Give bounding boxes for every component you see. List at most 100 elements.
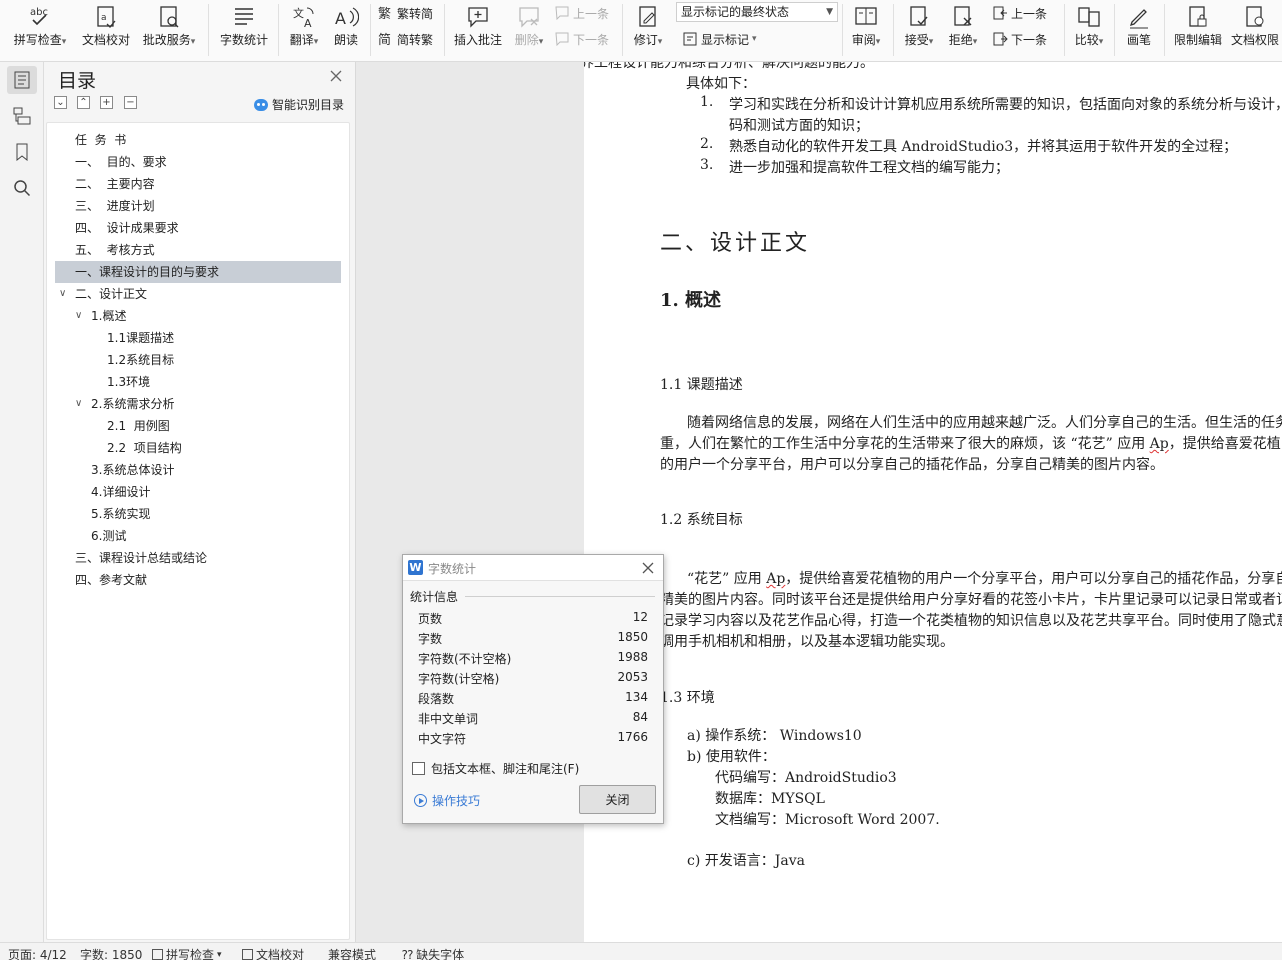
next-change-button[interactable]: 下一条 xyxy=(992,28,1047,50)
doc-proof-button[interactable]: a 文档校对 xyxy=(78,0,134,62)
stat-label: 页数 xyxy=(418,612,443,626)
toc-item[interactable]: 四、 设计成果要求 xyxy=(55,217,341,239)
toc-item[interactable]: 4.详细设计 xyxy=(55,481,341,503)
smart-toc-button[interactable]: 智能识别目录 xyxy=(254,96,344,113)
translate-button[interactable]: 文A 翻译▾ xyxy=(284,0,324,62)
insert-comment-button[interactable]: 插入批注 xyxy=(452,0,504,62)
add-heading-button[interactable]: + xyxy=(100,96,113,109)
collapse-all-button[interactable]: ⌄ xyxy=(54,96,67,109)
track-changes-button[interactable]: 修订▾ xyxy=(628,0,668,62)
reject-label: 拒绝 xyxy=(948,33,973,47)
review-button[interactable]: 审阅▾ xyxy=(846,0,886,62)
markup-state-select[interactable]: 显示标记的最终状态 ▼ xyxy=(676,2,838,22)
dialog-close-button[interactable]: 关闭 xyxy=(579,785,656,814)
toc-item-label: 4.详细设计 xyxy=(91,485,151,499)
status-spell-check[interactable]: 拼写检查 ▾ xyxy=(152,946,222,960)
toc-item[interactable]: 二、 主要内容 xyxy=(55,173,341,195)
remove-heading-button[interactable]: − xyxy=(124,96,137,109)
prev-change-button[interactable]: 上一条 xyxy=(992,2,1047,24)
ribbon-separator xyxy=(278,4,279,56)
simp-to-trad-button[interactable]: 简 简转繁 xyxy=(378,28,433,50)
tips-link[interactable]: 操作技巧 xyxy=(414,792,480,809)
find-button[interactable] xyxy=(7,174,37,202)
toc-item[interactable]: 任 务 书 xyxy=(55,129,341,151)
toc-item[interactable]: ∨ 2.系统需求分析 xyxy=(55,393,341,415)
page-indicator-text: 页面: 4/12 xyxy=(8,948,67,960)
translate-icon: 文A xyxy=(293,6,314,30)
trad-to-simp-button[interactable]: 繁 繁转简 xyxy=(378,2,433,24)
prev-change-icon xyxy=(993,6,1007,20)
chevron-down-icon[interactable]: ∨ xyxy=(59,283,66,305)
word-count-button[interactable]: 字数统计 xyxy=(216,0,272,62)
dialog-titlebar[interactable]: W 字数统计 xyxy=(403,555,663,581)
compare-button[interactable]: 比较▾ xyxy=(1070,0,1108,62)
misspelled-word[interactable]: Ap xyxy=(766,571,785,587)
delete-comment-button[interactable]: 删除▾ xyxy=(510,0,548,62)
show-markup-button[interactable]: 显示标记 ▾ xyxy=(682,28,757,50)
toc-item-label: 2.1 用例图 xyxy=(107,419,170,433)
read-aloud-button[interactable]: A 朗读 xyxy=(328,0,364,62)
toc-item[interactable]: ∨ 二、设计正文 xyxy=(55,283,341,305)
toc-item[interactable]: 5.系统实现 xyxy=(55,503,341,525)
toc-nav-button[interactable] xyxy=(7,66,37,94)
body-text: 具体如下： xyxy=(686,76,756,92)
toc-item[interactable]: 四、参考文献 xyxy=(55,569,341,591)
approve-service-icon xyxy=(160,6,179,28)
pen-button[interactable]: 画笔 xyxy=(1120,0,1158,62)
prev-change-label: 上一条 xyxy=(1011,6,1048,21)
close-icon[interactable] xyxy=(328,68,344,84)
toc-item[interactable]: 三、课程设计总结或结论 xyxy=(55,547,341,569)
reject-icon xyxy=(954,6,972,26)
next-comment-button[interactable]: 下一条 xyxy=(554,28,609,50)
navigation-pane-button[interactable] xyxy=(7,102,37,130)
toc-item[interactable]: 一、 目的、要求 xyxy=(55,151,341,173)
minus-icon: − xyxy=(126,96,135,108)
spell-check-button[interactable]: abc 拼写检查▾ xyxy=(8,0,72,62)
reject-button[interactable]: 拒绝▾ xyxy=(944,0,982,62)
toc-item[interactable]: ∨ 1.概述 xyxy=(55,305,341,327)
toc-item[interactable]: 三、 进度计划 xyxy=(55,195,341,217)
toc-item[interactable]: 1.2系统目标 xyxy=(55,349,341,371)
toc-item[interactable]: 五、 考核方式 xyxy=(55,239,341,261)
page-indicator[interactable]: 页面: 4/12 xyxy=(8,946,67,960)
toc-item[interactable]: 3.系统总体设计 xyxy=(55,459,341,481)
insert-comment-icon xyxy=(468,7,488,28)
doc-proof-label: 文档校对 xyxy=(81,33,130,47)
close-icon[interactable] xyxy=(641,561,655,575)
toc-item[interactable]: 1.3环境 xyxy=(55,371,341,393)
toc-item[interactable]: 2.1 用例图 xyxy=(55,415,341,437)
status-doc-proof[interactable]: 文档校对 xyxy=(242,946,304,960)
include-notes-checkbox[interactable] xyxy=(412,762,425,775)
doc-permission-button[interactable]: 文档权限 xyxy=(1228,0,1282,62)
toc-item[interactable]: 2.2 项目结构 xyxy=(55,437,341,459)
toc-item[interactable]: 一、课程设计的目的与要求 xyxy=(55,261,341,283)
toc-item[interactable]: 1.1课题描述 xyxy=(55,327,341,349)
toc-item-label: 三、课程设计总结或结论 xyxy=(75,551,208,565)
toc-icon xyxy=(14,71,30,89)
accept-button[interactable]: 接受▾ xyxy=(900,0,938,62)
doc-permission-icon xyxy=(1246,6,1264,27)
restrict-edit-button[interactable]: 限制编辑 xyxy=(1170,0,1226,62)
ribbon-toolbar: abc 拼写检查▾ a 文档校对 批改服务▾ 字数统计 文A 翻译▾ A 朗读 … xyxy=(0,0,1282,62)
expand-all-button[interactable]: ⌃ xyxy=(77,96,90,109)
misspelled-word[interactable]: Ap xyxy=(1150,436,1169,452)
missing-font-indicator[interactable]: ⁇ 缺失字体 xyxy=(402,946,464,960)
toc-item-label: 一、课程设计的目的与要求 xyxy=(75,265,220,279)
chevron-down-icon[interactable]: ∨ xyxy=(75,393,82,415)
dialog-title: 字数统计 xyxy=(428,562,477,576)
include-notes-option[interactable]: 包括文本框、脚注和尾注(F) xyxy=(412,760,579,777)
approve-service-button[interactable]: 批改服务▾ xyxy=(138,0,200,62)
trad-simp-icon: 繁 xyxy=(378,6,391,21)
toc-item[interactable]: 6.测试 xyxy=(55,525,341,547)
word-count-indicator[interactable]: 字数: 1850 xyxy=(80,946,142,960)
prev-comment-button[interactable]: 上一条 xyxy=(554,2,609,24)
chevron-down-icon[interactable]: ∨ xyxy=(75,305,82,327)
bookmark-button[interactable] xyxy=(7,138,37,166)
checkbox-icon xyxy=(152,949,163,960)
text-run: 重，人们在繁忙的工作生活中分享花的生活带来了很大的麻烦，该 “花艺” 应用 xyxy=(660,436,1150,452)
show-markup-icon xyxy=(683,32,697,46)
toc-item-label: 1.概述 xyxy=(91,309,127,323)
toc-item-label: 1.2系统目标 xyxy=(107,353,175,367)
document-page[interactable]: 养工程设计能力和综合分析、解决问题的能力。 具体如下： 1. 学习和实践在分析和… xyxy=(584,62,1282,942)
restrict-edit-icon xyxy=(1189,6,1207,27)
